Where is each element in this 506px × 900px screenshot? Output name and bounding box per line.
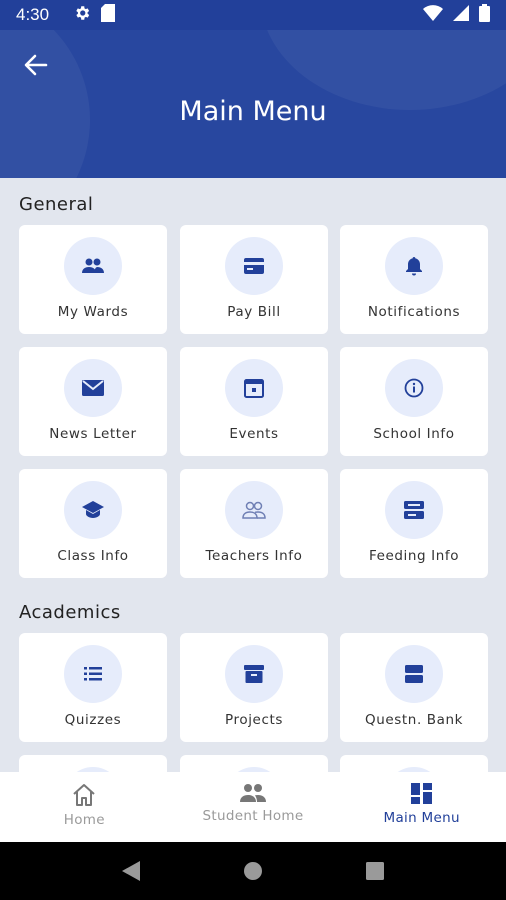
menu-card-label: Class Info [57, 548, 129, 564]
wifi-icon [423, 5, 443, 25]
sd-card-icon [101, 4, 116, 26]
page-title: Main Menu [179, 96, 327, 127]
menu-card-partial[interactable] [19, 755, 167, 772]
menu-card-label: Notifications [367, 304, 461, 320]
system-navigation-bar [0, 842, 506, 900]
users-icon [240, 784, 266, 802]
menu-card-question-bank[interactable]: Questn. Bank [340, 633, 488, 742]
bottom-navigation: Home Student Home Main Menu [0, 772, 506, 842]
home-icon [73, 784, 95, 806]
menu-card-notifications[interactable]: Notifications [340, 225, 488, 334]
circle-home-icon [244, 862, 262, 880]
menu-card-projects[interactable]: Projects [180, 633, 328, 742]
menu-card-label: News Letter [49, 426, 137, 442]
nav-student-home-label: Student Home [202, 808, 304, 824]
menu-card-school-info[interactable]: School Info [340, 347, 488, 456]
people-outline-icon [225, 481, 283, 539]
menu-card-label: Feeding Info [368, 548, 460, 564]
settings-gear-icon [73, 4, 91, 26]
menu-card-label: School Info [373, 426, 455, 442]
menu-card-partial[interactable] [180, 755, 328, 772]
menu-card-label: Events [229, 426, 279, 442]
nav-home[interactable]: Home [0, 772, 169, 842]
menu-card-pay-bill[interactable]: Pay Bill [180, 225, 328, 334]
menu-card-partial[interactable] [340, 755, 488, 772]
credit-card-icon [225, 237, 283, 295]
system-recents-button[interactable] [355, 851, 395, 891]
grid-menu-icon [410, 783, 432, 804]
food-tray-icon [385, 481, 443, 539]
envelope-icon [64, 359, 122, 417]
square-recents-icon [366, 862, 384, 880]
triangle-back-icon [122, 861, 140, 881]
list-icon [64, 645, 122, 703]
menu-card-my-wards[interactable]: My Wards [19, 225, 167, 334]
menu-card-label: Projects [224, 712, 284, 728]
back-button[interactable] [18, 50, 54, 80]
nav-main-menu[interactable]: Main Menu [337, 772, 506, 842]
system-back-button[interactable] [111, 851, 151, 891]
menu-card-teachers-info[interactable]: Teachers Info [180, 469, 328, 578]
nav-main-menu-label: Main Menu [383, 810, 460, 826]
bell-icon [385, 237, 443, 295]
signal-icon [453, 5, 469, 25]
battery-icon [479, 4, 490, 26]
archive-box-icon [225, 645, 283, 703]
menu-card-label: Pay Bill [227, 304, 281, 320]
menu-content[interactable]: General My Wards Pay Bill Notifications … [0, 178, 506, 772]
menu-card-label: Quizzes [64, 712, 122, 728]
section-title-general: General [19, 194, 94, 215]
graduation-cap-icon [64, 481, 122, 539]
menu-card-quizzes[interactable]: Quizzes [19, 633, 167, 742]
menu-card-feeding-info[interactable]: Feeding Info [340, 469, 488, 578]
nav-home-label: Home [63, 812, 105, 828]
status-bar: 4:30 [0, 0, 506, 30]
menu-card-label: My Wards [57, 304, 129, 320]
database-icon [385, 645, 443, 703]
system-home-button[interactable] [233, 851, 273, 891]
menu-card-class-info[interactable]: Class Info [19, 469, 167, 578]
status-time: 4:30 [16, 5, 50, 24]
arrow-left-icon [24, 54, 48, 76]
nav-student-home[interactable]: Student Home [169, 772, 338, 842]
section-title-academics: Academics [19, 602, 121, 623]
app-header: Main Menu [0, 30, 506, 178]
info-icon [385, 359, 443, 417]
menu-card-events[interactable]: Events [180, 347, 328, 456]
menu-card-label: Teachers Info [205, 548, 303, 564]
calendar-icon [225, 359, 283, 417]
menu-card-news-letter[interactable]: News Letter [19, 347, 167, 456]
menu-card-label: Questn. Bank [364, 712, 464, 728]
users-icon [64, 237, 122, 295]
